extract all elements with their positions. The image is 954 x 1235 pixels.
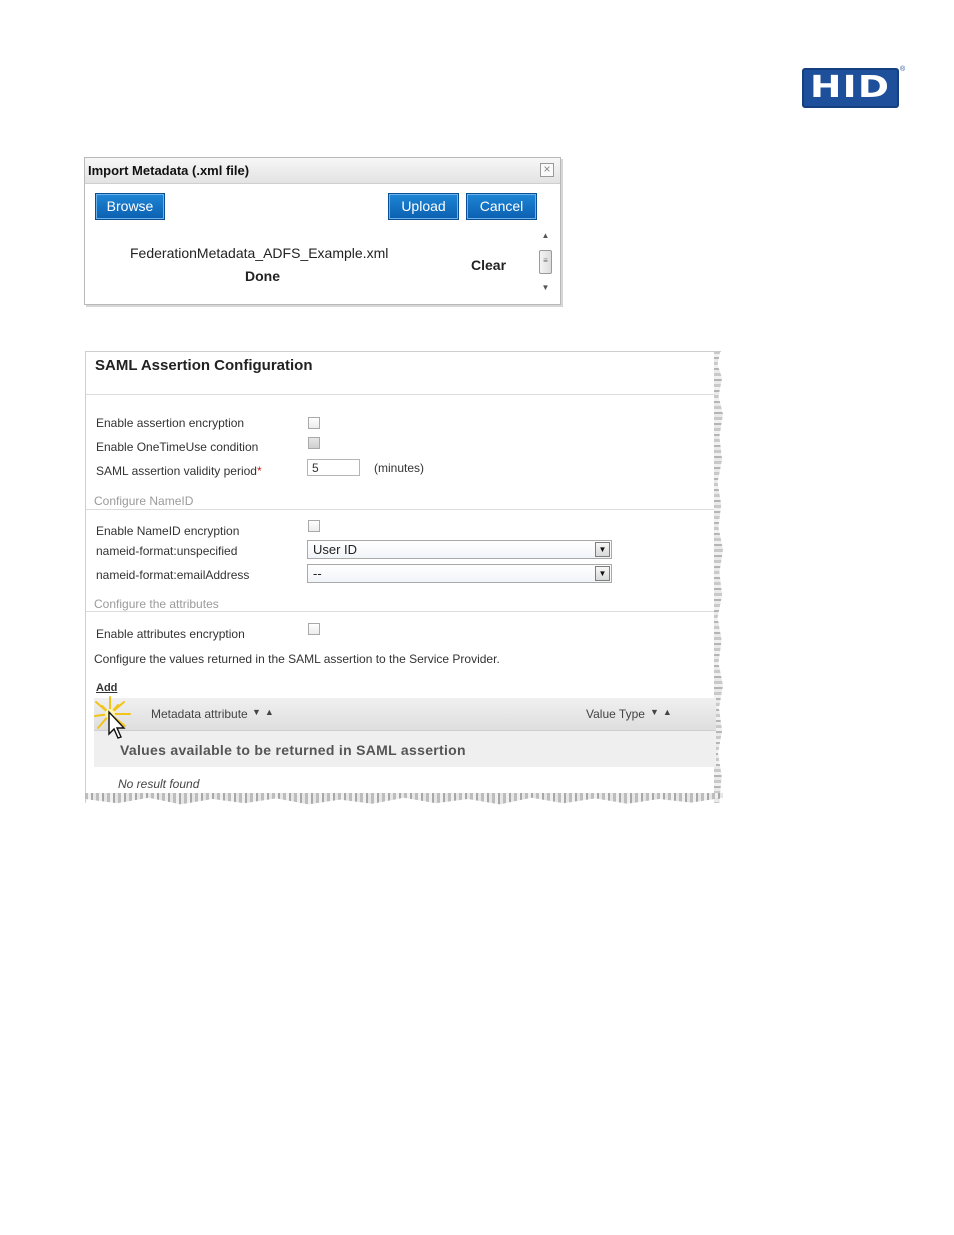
nameid-unspecified-label: nameid-format:unspecified [96, 544, 238, 558]
scroll-up-icon[interactable]: ▲ [537, 230, 554, 242]
chevron-down-icon[interactable]: ▼ [595, 542, 610, 557]
dialog-title: Import Metadata (.xml file) [88, 163, 250, 178]
divider [86, 394, 714, 395]
group-label: Values available to be returned in SAML … [120, 742, 466, 758]
assertion-encryption-label: Enable assertion encryption [96, 416, 245, 430]
nameid-unspecified-select[interactable]: User ID ▼ [307, 540, 612, 559]
nameid-encryption-checkbox[interactable] [308, 520, 320, 532]
file-list-scrollbar[interactable]: ▲ ≡ ▼ [537, 230, 554, 300]
onetimeuse-label: Enable OneTimeUse condition [96, 440, 259, 454]
scroll-down-icon[interactable]: ▼ [537, 282, 554, 294]
attributes-section-title: Configure the attributes [94, 597, 219, 611]
divider [86, 611, 714, 612]
attributes-description: Configure the values returned in the SAM… [94, 652, 500, 666]
browse-button[interactable]: Browse [95, 193, 165, 220]
upload-button[interactable]: Upload [388, 193, 459, 220]
attributes-encryption-label: Enable attributes encryption [96, 627, 245, 641]
file-name: FederationMetadata_ADFS_Example.xml [130, 245, 389, 261]
logo-text: HID [810, 70, 891, 105]
clear-link[interactable]: Clear [471, 257, 506, 273]
add-link[interactable]: Add [96, 682, 117, 694]
onetimeuse-checkbox[interactable] [308, 437, 320, 449]
nameid-email-label: nameid-format:emailAddress [96, 568, 250, 582]
sort-icon[interactable]: ▼▲ [252, 707, 278, 717]
grid-group-row: Values available to be returned in SAML … [94, 731, 716, 767]
chevron-down-icon[interactable]: ▼ [595, 566, 610, 581]
column-metadata-attribute[interactable]: Metadata attribute [151, 707, 248, 721]
nameid-encryption-label: Enable NameID encryption [96, 524, 240, 538]
select-value: -- [313, 566, 322, 581]
registered-mark: ® [900, 66, 906, 73]
sort-icon[interactable]: ▼▲ [650, 707, 676, 717]
attributes-encryption-checkbox[interactable] [308, 623, 320, 635]
nameid-section-title: Configure NameID [94, 494, 194, 508]
empty-state-text: No result found [118, 777, 200, 791]
required-mark: * [256, 464, 262, 478]
validity-period-input[interactable] [307, 459, 360, 476]
divider [86, 509, 714, 510]
dialog-header: Import Metadata (.xml file) × [85, 158, 560, 184]
hid-logo: HID [802, 68, 899, 108]
attributes-grid-header: Metadata attribute ▼▲ Value Type ▼▲ [94, 698, 716, 731]
cancel-button[interactable]: Cancel [466, 193, 537, 220]
validity-period-text: SAML assertion validity period [96, 464, 257, 478]
click-cursor-icon [94, 696, 131, 739]
validity-unit-label: (minutes) [374, 461, 425, 475]
column-value-type[interactable]: Value Type [586, 707, 645, 721]
select-value: User ID [313, 542, 358, 557]
scroll-thumb[interactable]: ≡ [539, 250, 552, 274]
assertion-encryption-checkbox[interactable] [308, 417, 320, 429]
validity-period-label: SAML assertion validity period* [96, 464, 262, 478]
nameid-email-select[interactable]: -- ▼ [307, 564, 612, 583]
import-metadata-dialog: Import Metadata (.xml file) × Browse Upl… [84, 157, 561, 305]
file-status: Done [245, 268, 280, 284]
page-title: SAML Assertion Configuration [95, 357, 313, 374]
close-icon[interactable]: × [540, 163, 554, 177]
